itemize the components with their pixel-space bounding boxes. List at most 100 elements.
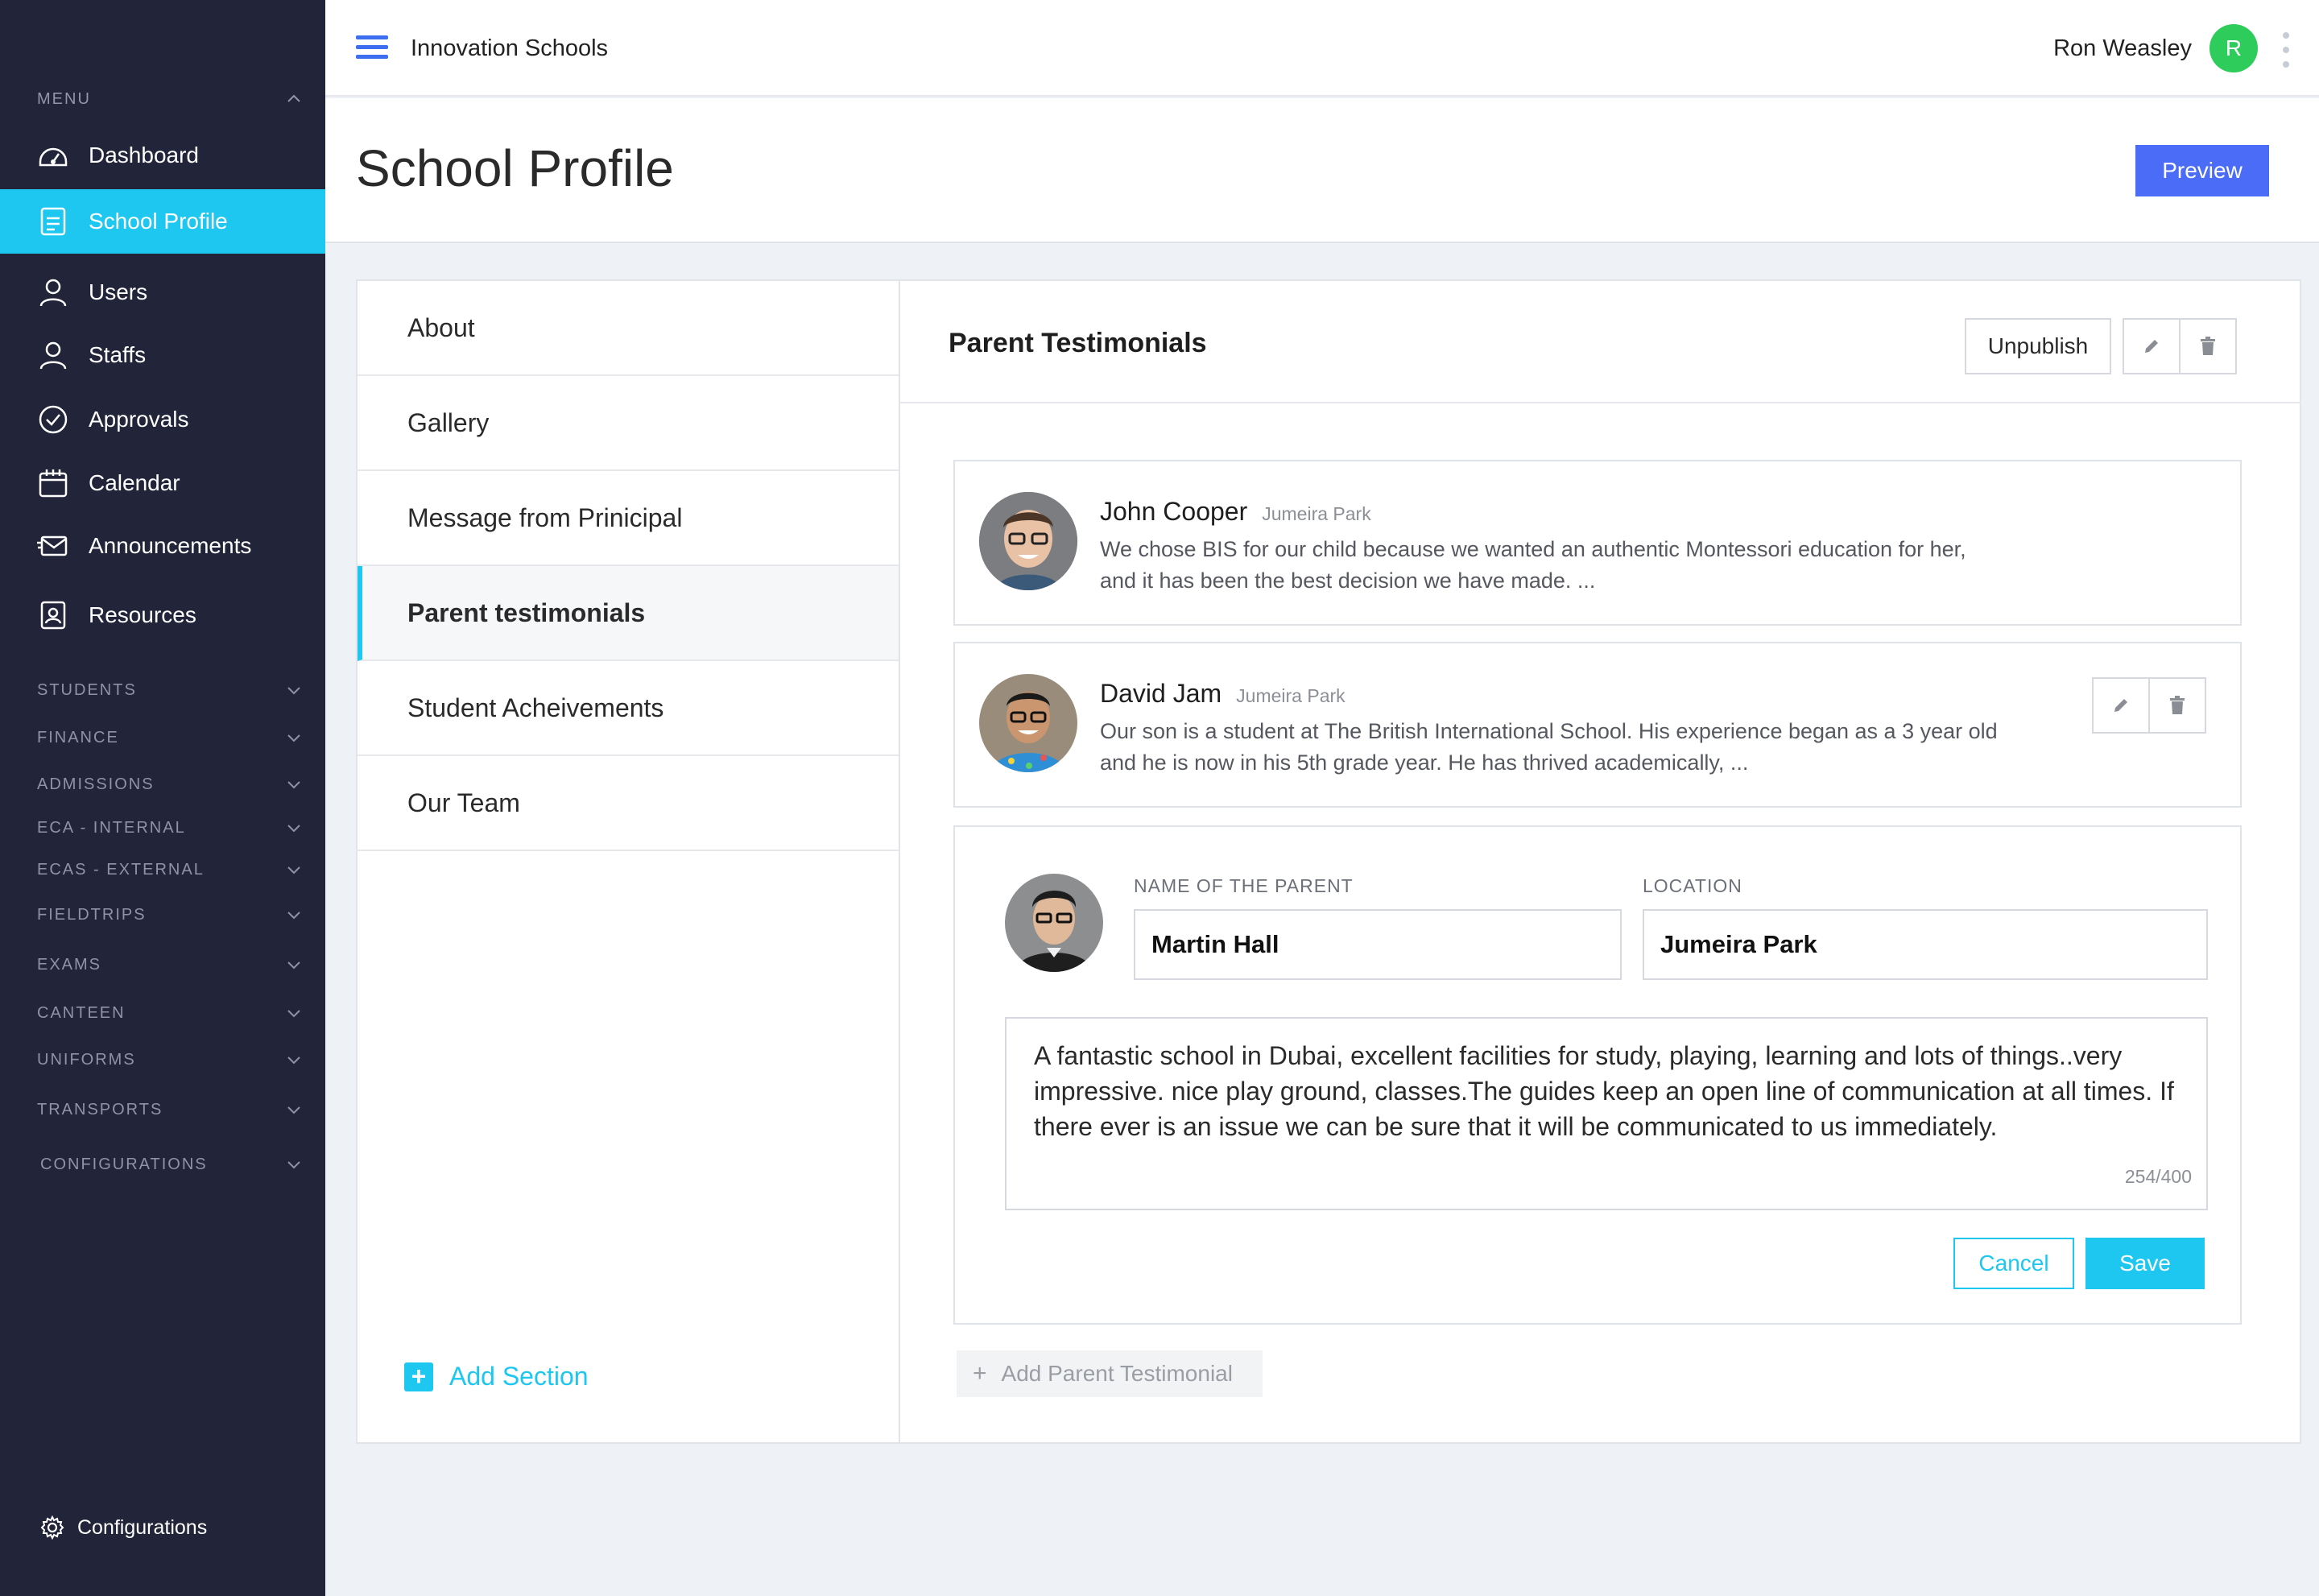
user-name[interactable]: Ron Weasley <box>2053 35 2192 62</box>
chevron-down-icon <box>287 961 300 970</box>
section-label: EXAMS <box>37 955 102 974</box>
section-label: CANTEEN <box>37 1003 126 1022</box>
sidebar: MENU Dashboard School Profile Users Staf… <box>0 0 325 1596</box>
chevron-down-icon <box>287 1056 300 1065</box>
section-item-gallery[interactable]: Gallery <box>358 376 899 471</box>
footer-label: Configurations <box>77 1515 208 1539</box>
sidebar-section-transports[interactable]: TRANSPORTS <box>37 1098 303 1122</box>
sidebar-item-label: School Profile <box>89 209 228 234</box>
chevron-down-icon <box>287 734 300 742</box>
edit-section-button[interactable] <box>2123 318 2181 374</box>
sidebar-item-label: Users <box>89 279 148 304</box>
avatar <box>979 674 1077 772</box>
avatar[interactable] <box>1005 874 1103 972</box>
page-title: School Profile <box>356 139 674 197</box>
sidebar-item-approvals[interactable]: Approvals <box>0 387 325 452</box>
character-counter: 254/400 <box>2124 1166 2192 1187</box>
save-button[interactable]: Save <box>2085 1238 2205 1289</box>
chevron-down-icon <box>287 1106 300 1114</box>
avatar <box>979 492 1077 590</box>
testimonial-card[interactable]: John Cooper Jumeira Park We chose BIS fo… <box>953 460 2242 626</box>
plus-icon: + <box>404 1362 433 1391</box>
edit-testimonial-button[interactable] <box>2092 677 2150 734</box>
add-testimonial-label: Add Parent Testimonial <box>1001 1361 1233 1386</box>
sidebar-item-users[interactable]: Users <box>0 260 325 325</box>
chevron-down-icon <box>287 912 300 920</box>
section-label: TRANSPORTS <box>37 1100 163 1118</box>
chevron-down-icon <box>287 1010 300 1018</box>
more-options-icon[interactable] <box>2282 32 2290 68</box>
sidebar-item-label: Resources <box>89 602 196 627</box>
sidebar-section-finance[interactable]: FINANCE <box>37 726 303 750</box>
location-input[interactable] <box>1643 909 2208 980</box>
sidebar-item-staffs[interactable]: Staffs <box>0 323 325 387</box>
chevron-down-icon <box>287 825 300 833</box>
preview-button[interactable]: Preview <box>2135 145 2269 196</box>
sidebar-item-label: Calendar <box>89 470 180 495</box>
section-item-student-achievements[interactable]: Student Acheivements <box>358 661 899 756</box>
dashboard-icon <box>37 139 69 172</box>
chevron-down-icon <box>287 866 300 874</box>
section-item-our-team[interactable]: Our Team <box>358 756 899 851</box>
add-section-button[interactable]: + Add Section <box>404 1362 589 1391</box>
add-section-label: Add Section <box>449 1362 589 1391</box>
section-label: ADMISSIONS <box>37 775 155 793</box>
sidebar-section-fieldtrips[interactable]: FIELDTRIPS <box>37 903 303 927</box>
sidebar-section-eca-internal[interactable]: ECA - INTERNAL <box>37 816 303 840</box>
add-parent-testimonial-button[interactable]: + Add Parent Testimonial <box>957 1350 1263 1397</box>
sidebar-item-label: Approvals <box>89 407 189 432</box>
profile-icon <box>37 205 69 238</box>
check-circle-icon <box>37 403 69 436</box>
delete-section-button[interactable] <box>2179 318 2237 374</box>
parent-name: John Cooper <box>1100 497 1248 526</box>
section-label: CONFIGURATIONS <box>40 1155 208 1173</box>
gear-icon <box>39 1514 66 1541</box>
resources-icon <box>37 599 69 631</box>
testimonial-card[interactable]: David Jam Jumeira Park Our son is a stud… <box>953 642 2242 808</box>
chevron-down-icon <box>287 1161 300 1169</box>
unpublish-button[interactable]: Unpublish <box>1965 318 2111 374</box>
chevron-down-icon <box>287 781 300 789</box>
mail-icon <box>37 530 69 562</box>
sidebar-item-dashboard[interactable]: Dashboard <box>0 123 325 188</box>
parent-name-input[interactable] <box>1134 909 1622 980</box>
sidebar-section-admissions[interactable]: ADMISSIONS <box>37 772 303 796</box>
sidebar-section-uniforms[interactable]: UNIFORMS <box>37 1048 303 1072</box>
user-icon <box>37 339 69 371</box>
section-label: ECA - INTERNAL <box>37 818 186 837</box>
sidebar-section-ecas-external[interactable]: ECAS - EXTERNAL <box>37 858 303 882</box>
chevron-up-icon[interactable] <box>285 90 303 113</box>
sidebar-section-canteen[interactable]: CANTEEN <box>37 1001 303 1025</box>
menu-header[interactable]: MENU <box>37 90 303 113</box>
section-item-about[interactable]: About <box>358 281 899 376</box>
avatar[interactable]: R <box>2209 24 2258 72</box>
section-label: ECAS - EXTERNAL <box>37 860 205 879</box>
sidebar-section-configurations[interactable]: CONFIGURATIONS <box>40 1152 303 1176</box>
testimonials-panel: Parent Testimonials Unpublish John Coope… <box>900 281 2301 1442</box>
section-item-parent-testimonials[interactable]: Parent testimonials <box>358 566 899 661</box>
page-header: School Profile Preview <box>325 98 2319 243</box>
cancel-button[interactable]: Cancel <box>1953 1238 2074 1289</box>
testimonial-edit-form: NAME OF THE PARENT LOCATION A fantastic … <box>953 825 2242 1325</box>
sidebar-section-students[interactable]: STUDENTS <box>37 678 303 702</box>
testimonial-name: David Jam Jumeira Park <box>1100 679 1346 709</box>
content-card: About Gallery Message from Prinicipal Pa… <box>356 279 2301 1444</box>
sidebar-item-school-profile[interactable]: School Profile <box>0 189 325 254</box>
section-item-message-from-principal[interactable]: Message from Prinicipal <box>358 471 899 566</box>
sidebar-item-resources[interactable]: Resources <box>0 583 325 647</box>
sidebar-footer-configurations[interactable]: Configurations <box>39 1514 207 1541</box>
app-title: Innovation Schools <box>411 35 609 61</box>
section-label: FINANCE <box>37 728 119 746</box>
delete-testimonial-button[interactable] <box>2148 677 2206 734</box>
section-label: UNIFORMS <box>37 1050 136 1069</box>
hamburger-menu-icon[interactable] <box>356 35 388 61</box>
testimonial-textarea[interactable]: A fantastic school in Dubai, excellent f… <box>1005 1017 2208 1210</box>
plus-icon: + <box>973 1360 987 1387</box>
sidebar-item-calendar[interactable]: Calendar <box>0 451 325 515</box>
testimonial-text: A fantastic school in Dubai, excellent f… <box>1034 1041 2174 1141</box>
sidebar-item-announcements[interactable]: Announcements <box>0 514 325 578</box>
pencil-icon <box>2145 340 2158 353</box>
sidebar-section-exams[interactable]: EXAMS <box>37 953 303 977</box>
parent-location: Jumeira Park <box>1236 685 1346 706</box>
pencil-icon <box>2114 699 2127 712</box>
